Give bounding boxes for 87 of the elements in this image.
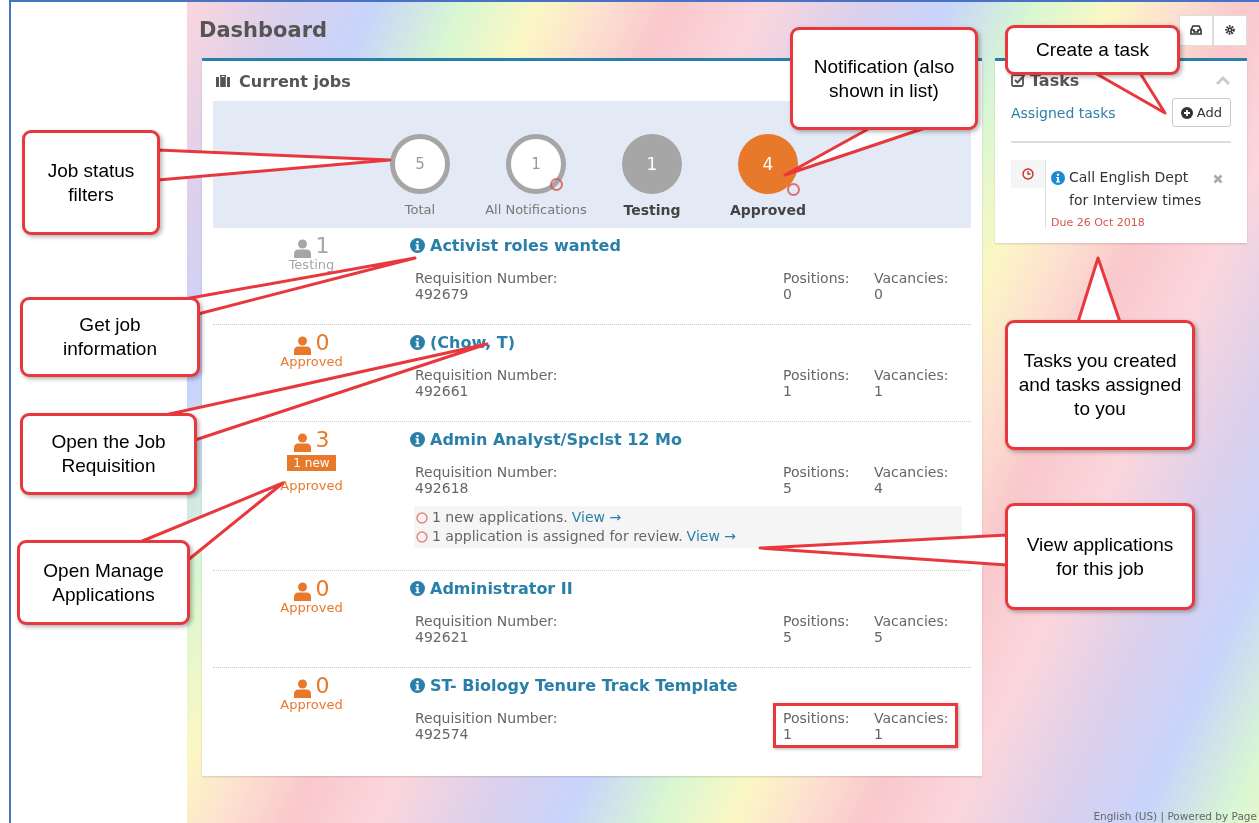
field-value: 492661 <box>415 383 470 399</box>
field-label: Requisition Number: <box>415 613 559 629</box>
field-label: Vacancies: <box>874 613 949 629</box>
job-title-link[interactable]: Activist roles wanted <box>430 236 621 255</box>
field-label: Positions: <box>783 367 851 383</box>
callout: Get job information <box>20 297 200 377</box>
field-label: Requisition Number: <box>415 464 559 480</box>
field-label: Positions: <box>783 464 851 480</box>
job-title-link[interactable]: Admin Analyst/Spclst 12 Mo <box>430 430 682 449</box>
assigned-tasks-link[interactable]: Assigned tasks <box>1011 104 1116 121</box>
status-filter-button[interactable]: 1 <box>506 134 566 194</box>
field-label: Requisition Number: <box>415 270 559 286</box>
callout: Tasks you created and tasks assigned to you <box>1005 320 1195 450</box>
checkbox-icon <box>1011 73 1026 88</box>
task-title[interactable]: Call English Dept for Interview times <box>1069 166 1207 212</box>
field-label: Vacancies: <box>874 367 949 383</box>
footer-text: English (US) | Powered by Page <box>1093 810 1257 822</box>
job-status: Approved <box>280 479 343 493</box>
job-status: Approved <box>280 698 343 712</box>
field-label: Positions: <box>783 270 851 286</box>
note-text: 1 application is assigned for review. <box>432 527 683 546</box>
field-value: 0 <box>783 286 793 302</box>
view-link[interactable]: View → <box>686 527 736 546</box>
field-value: 0 <box>874 286 884 302</box>
applicant-count: 0 <box>315 331 330 355</box>
field-value: 5 <box>783 629 793 645</box>
inbox-icon <box>1190 25 1202 35</box>
callout: Job status filters <box>22 130 160 235</box>
applicant-count: 1 <box>315 234 330 258</box>
close-icon[interactable] <box>1213 174 1223 184</box>
inbox-button[interactable] <box>1179 14 1213 46</box>
applicant-count: 3 <box>315 428 330 452</box>
clock-icon <box>1011 160 1045 188</box>
field-label: Requisition Number: <box>415 710 559 726</box>
info-icon[interactable] <box>410 335 425 350</box>
filter-label: Total <box>404 202 436 217</box>
field-value: 492618 <box>415 480 470 496</box>
field-label: Positions: <box>783 613 851 629</box>
info-icon[interactable] <box>410 581 425 596</box>
field-value: 4 <box>874 480 884 496</box>
field-label: Vacancies: <box>874 710 949 726</box>
info-icon[interactable] <box>410 678 425 693</box>
info-icon[interactable] <box>1051 171 1065 185</box>
status-filter-button[interactable]: 1 <box>622 134 682 194</box>
gear-icon <box>1224 24 1236 36</box>
field-value: 5 <box>874 629 884 645</box>
field-label: Requisition Number: <box>415 367 559 383</box>
field-value: 1 <box>783 383 793 399</box>
view-link[interactable]: View → <box>571 508 622 527</box>
circle-icon <box>416 530 428 543</box>
callout: View applications for this job <box>1005 503 1195 610</box>
field-value: 1 <box>783 726 793 742</box>
circle-icon <box>416 511 428 524</box>
add-task-button[interactable]: Add <box>1171 98 1231 127</box>
job-title-link[interactable]: Administrator II <box>430 579 573 598</box>
filter-label: Testing <box>623 202 681 218</box>
page-title: Dashboard <box>199 18 328 42</box>
panel-title: Current jobs <box>239 71 351 91</box>
job-status: Approved <box>280 601 343 615</box>
field-label: Vacancies: <box>874 270 949 286</box>
filter-label: Approved <box>729 202 806 218</box>
settings-button[interactable] <box>1213 14 1247 46</box>
field-value: 492621 <box>415 629 470 645</box>
job-status: Approved <box>280 355 343 369</box>
field-label: Positions: <box>783 710 851 726</box>
field-value: 1 <box>874 383 884 399</box>
status-filter-button[interactable]: 4 <box>738 134 798 194</box>
field-label: Vacancies: <box>874 464 949 480</box>
field-value: 492574 <box>415 726 470 742</box>
field-value: 5 <box>783 480 793 496</box>
applicant-count: 0 <box>315 674 330 698</box>
job-title-link[interactable]: ST- Biology Tenure Track Template <box>430 676 738 695</box>
info-icon[interactable] <box>410 238 425 253</box>
status-filter-button[interactable]: 5 <box>390 134 450 194</box>
field-value: 1 <box>874 726 884 742</box>
info-icon[interactable] <box>410 432 425 447</box>
applicant-count: 0 <box>315 577 330 601</box>
note-text: 1 new applications. <box>432 508 568 527</box>
briefcase-icon <box>215 74 231 88</box>
job-status: Testing <box>288 258 335 272</box>
callout: Open Manage Applications <box>17 540 190 625</box>
filter-label: All Notifications <box>485 202 587 217</box>
field-value: 492679 <box>415 286 470 302</box>
plus-icon <box>1180 106 1193 119</box>
due-date: Due 26 Oct 2018 <box>1051 216 1146 229</box>
callout: Open the Job Requisition <box>20 413 197 495</box>
new-applications-badge[interactable]: 1 new <box>287 455 336 471</box>
